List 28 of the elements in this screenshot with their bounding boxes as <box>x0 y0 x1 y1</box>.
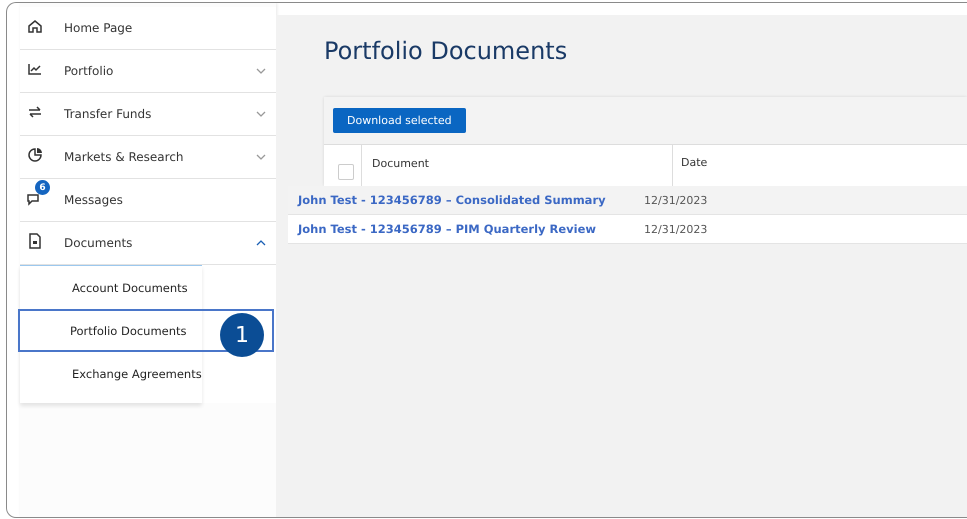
column-header[interactable]: Date <box>673 145 967 186</box>
document-icon <box>27 233 43 249</box>
table-cell-text: 12/31/2023 <box>643 222 708 236</box>
nav-label: Messages <box>64 193 124 207</box>
nav-item[interactable]: Markets & Research <box>20 136 276 179</box>
count-badge: 6 <box>35 180 50 195</box>
nav-label: Portfolio <box>64 64 114 78</box>
arrows-icon <box>27 104 43 120</box>
nav-item[interactable]: Portfolio <box>20 50 276 93</box>
nav-label: Markets & Research <box>64 150 185 164</box>
nav-label: Home Page <box>64 21 134 35</box>
nav-label: Documents <box>64 236 134 250</box>
nav-item[interactable]: Documents <box>20 222 276 265</box>
home-icon <box>27 18 43 34</box>
nav-item[interactable]: Transfer Funds <box>20 93 276 136</box>
pie-chart-icon <box>27 147 43 163</box>
document-link[interactable]: John Test - 123456789 – Consolidated Summary <box>298 193 606 207</box>
nav-item[interactable]: Home Page <box>20 7 276 50</box>
line-chart-icon <box>27 61 43 77</box>
submenu-item[interactable]: Account Documents <box>20 266 274 309</box>
document-link[interactable]: John Test - 123456789 – PIM Quarterly Review <box>298 222 596 236</box>
select-all-checkbox[interactable] <box>338 164 354 180</box>
nav-label: Transfer Funds <box>64 107 152 121</box>
nav-item[interactable]: 6 Messages <box>20 179 276 222</box>
download-button[interactable]: Download selected <box>333 108 466 133</box>
callout-number: 1 <box>220 313 264 357</box>
table-cell-text: 12/31/2023 <box>643 194 708 206</box>
page-title: Portfolio Documents <box>324 37 568 65</box>
